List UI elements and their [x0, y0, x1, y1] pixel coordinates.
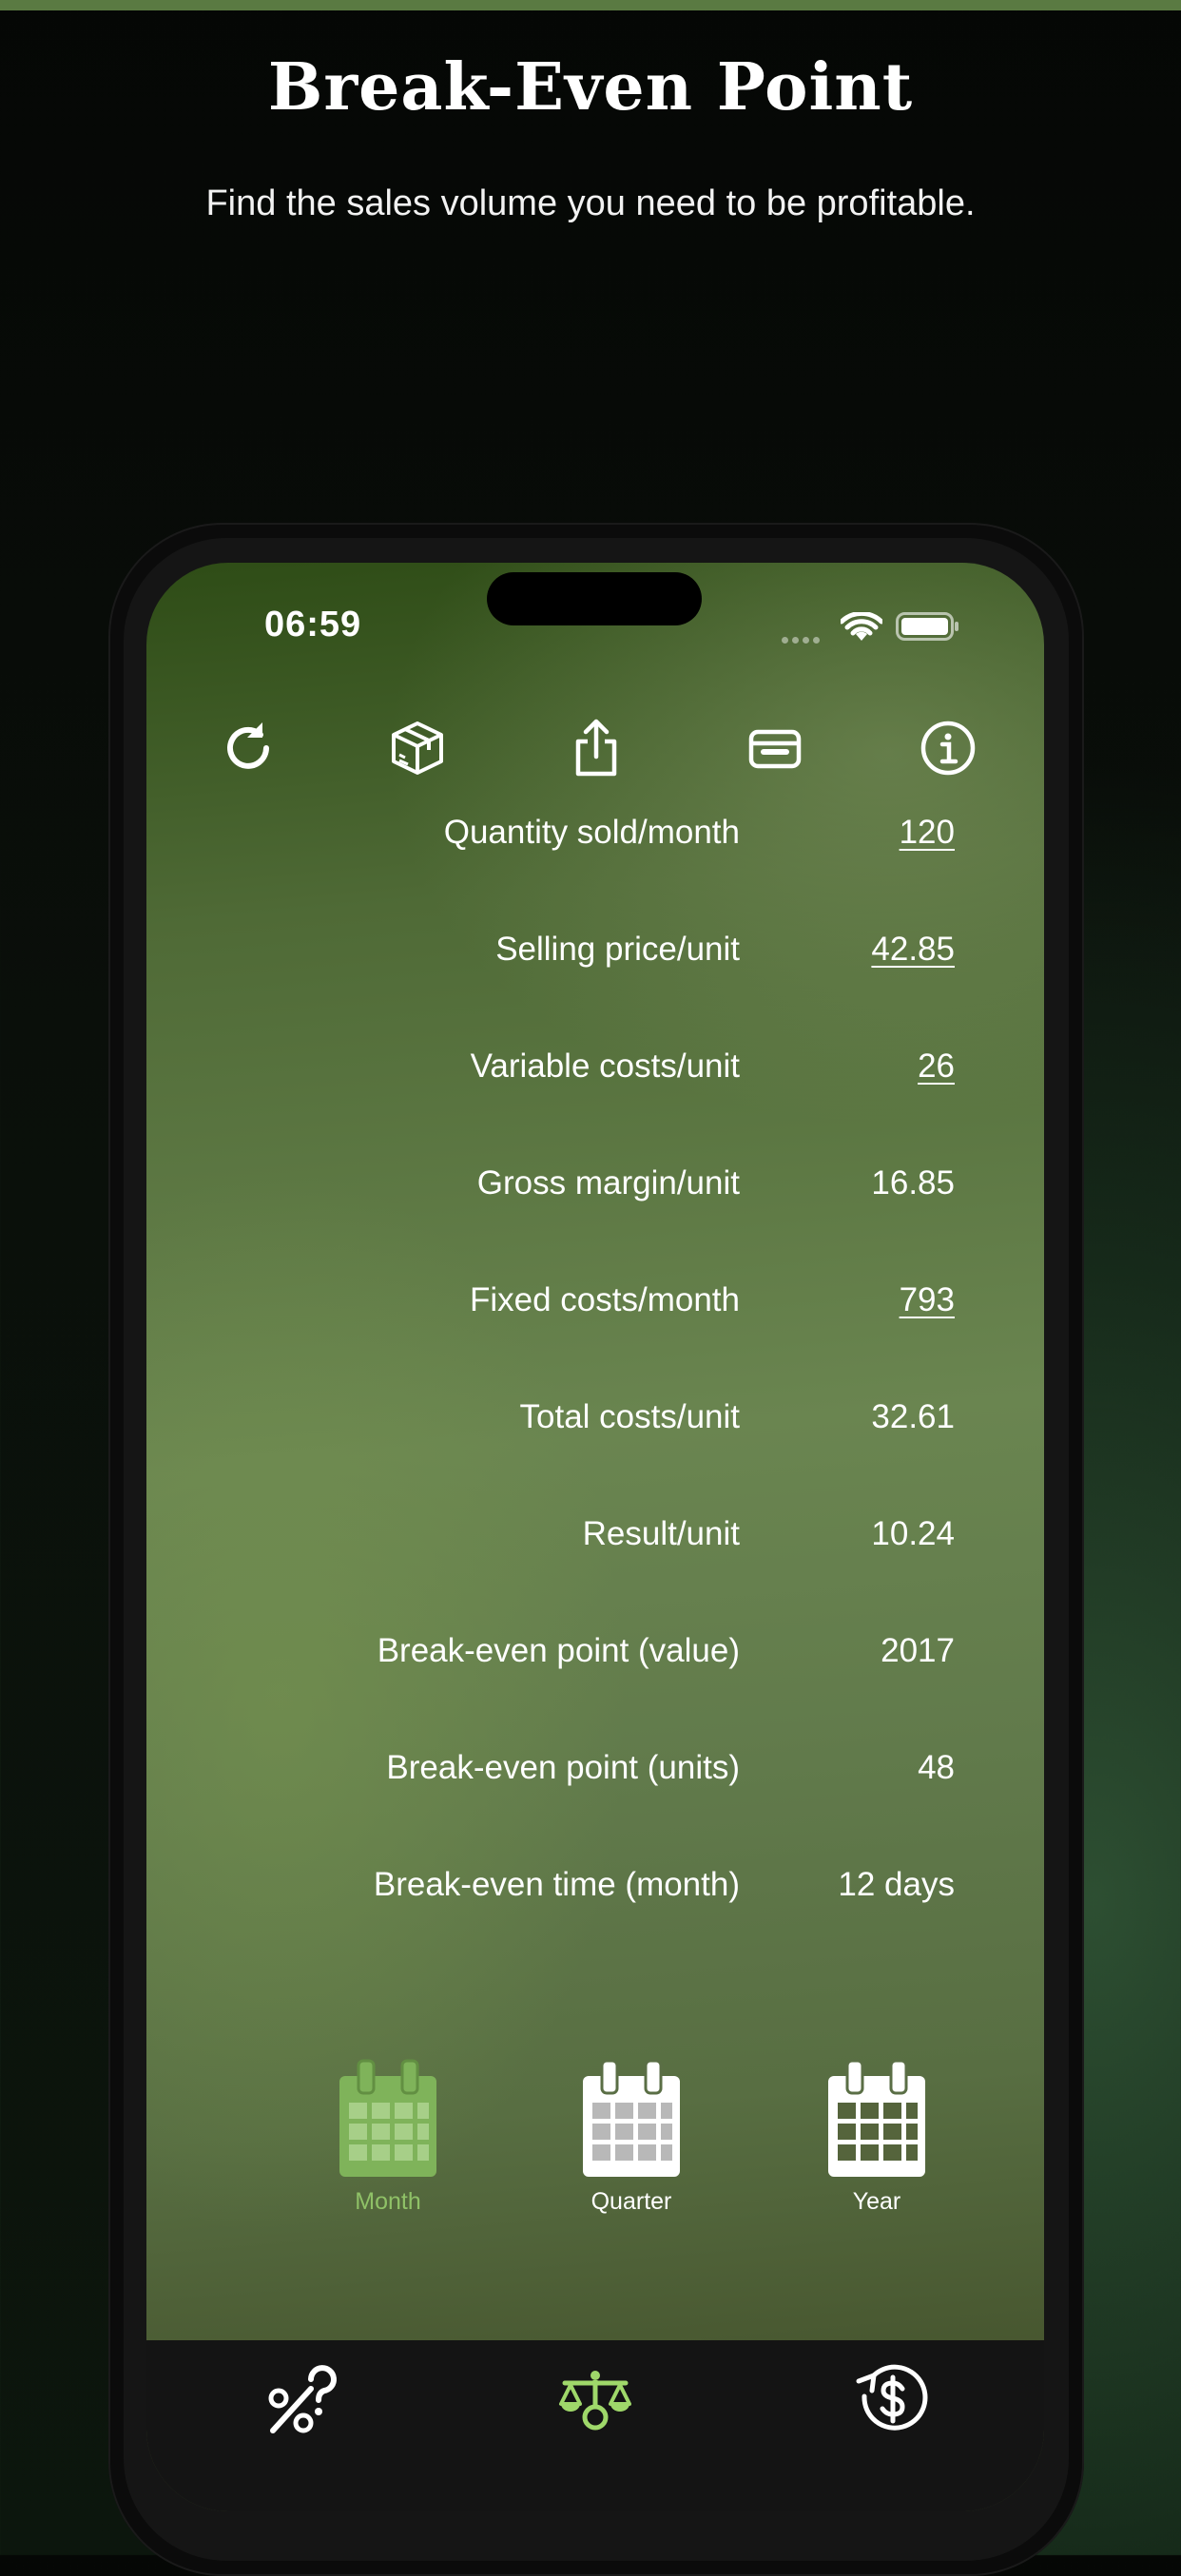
row-variable-costs: Variable costs/unit 26: [146, 1040, 1044, 1097]
quantity-sold-field[interactable]: 120: [900, 814, 955, 852]
calendar-icon: [339, 2059, 436, 2177]
row-label: Fixed costs/month: [470, 1281, 740, 1318]
period-label: Quarter: [590, 2188, 672, 2215]
row-label: Gross margin/unit: [476, 1164, 740, 1201]
row-label: Quantity sold/month: [443, 814, 740, 851]
app-screen: 06:59 Quantity sold/month 120 Selling pr…: [146, 563, 1044, 2511]
break-even-time-value: 12 days: [838, 1866, 955, 1903]
wifi-icon: [841, 612, 882, 641]
row-label: Variable costs/unit: [470, 1048, 740, 1085]
fixed-costs-field[interactable]: 793: [900, 1281, 955, 1319]
status-time: 06:59: [264, 605, 362, 644]
archive-button[interactable]: [742, 715, 808, 781]
tab-bar: [146, 2340, 1044, 2511]
info-icon: [920, 721, 976, 776]
dollar-clock-icon: [856, 2364, 928, 2431]
package-icon: [392, 721, 443, 775]
percent-icon: [268, 2365, 337, 2433]
row-result: Result/unit 10.24: [146, 1508, 1044, 1565]
row-break-even-time: Break-even time (month) 12 days: [146, 1858, 1044, 1915]
tab-break-even[interactable]: [552, 2357, 638, 2443]
row-fixed-costs: Fixed costs/month 793: [146, 1274, 1044, 1331]
row-quantity-sold: Quantity sold/month 120: [146, 806, 1044, 863]
marketing-title: Break-Even Point: [267, 49, 914, 125]
row-gross-margin: Gross margin/unit 16.85: [146, 1157, 1044, 1214]
period-label: Month: [355, 2188, 421, 2215]
refresh-button[interactable]: [215, 715, 281, 781]
toolbar: [146, 715, 1044, 791]
battery-icon: [896, 612, 958, 641]
row-break-even-value: Break-even point (value) 2017: [146, 1624, 1044, 1682]
selling-price-field[interactable]: 42.85: [871, 931, 955, 969]
scale-icon: [559, 2371, 631, 2431]
cellular-signal-icon: [782, 631, 825, 644]
row-break-even-units: Break-even point (units) 48: [146, 1741, 1044, 1798]
break-even-value: 2017: [881, 1632, 955, 1669]
break-even-units-value: 48: [918, 1749, 955, 1786]
calendar-icon: [583, 2059, 680, 2177]
variable-costs-field[interactable]: 26: [918, 1048, 955, 1086]
row-total-costs: Total costs/unit 32.61: [146, 1391, 1044, 1448]
share-icon: [575, 719, 617, 777]
row-label: Break-even point (units): [386, 1749, 740, 1786]
archive-icon: [748, 729, 802, 769]
row-label: Break-even time (month): [373, 1866, 740, 1903]
info-button[interactable]: [915, 715, 981, 781]
gross-margin-value: 16.85: [871, 1164, 955, 1201]
row-label: Break-even point (value): [377, 1632, 740, 1669]
period-year-button[interactable]: Year: [810, 2059, 943, 2216]
marketing-subtitle: Find the sales volume you need to be pro…: [205, 183, 976, 223]
row-label: Selling price/unit: [495, 931, 740, 968]
period-label: Year: [852, 2188, 901, 2215]
period-quarter-button[interactable]: Quarter: [565, 2059, 698, 2216]
total-costs-value: 32.61: [871, 1398, 955, 1435]
result-value: 10.24: [871, 1515, 955, 1552]
row-selling-price: Selling price/unit 42.85: [146, 923, 1044, 980]
refresh-icon: [227, 722, 269, 769]
dynamic-island: [487, 572, 702, 625]
calendar-icon: [828, 2059, 925, 2177]
share-button[interactable]: [563, 715, 629, 781]
tab-payback[interactable]: [850, 2357, 936, 2443]
row-label: Total costs/unit: [519, 1398, 741, 1435]
tab-percentage[interactable]: [259, 2357, 344, 2443]
package-button[interactable]: [384, 715, 451, 781]
row-label: Result/unit: [582, 1515, 740, 1552]
period-month-button[interactable]: Month: [321, 2059, 455, 2216]
phone-frame: 06:59 Quantity sold/month 120 Selling pr…: [108, 523, 1084, 2576]
top-accent-strip: [0, 0, 1181, 10]
